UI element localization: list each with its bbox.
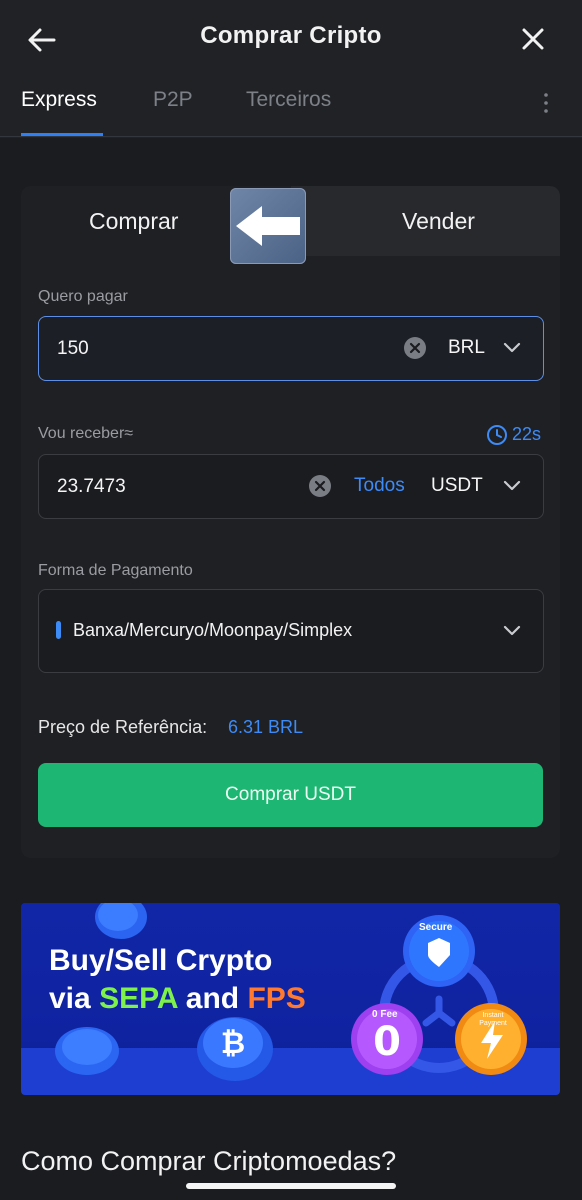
how-to-buy-heading: Como Comprar Criptomoedas? — [21, 1146, 397, 1176]
clock-icon — [487, 425, 507, 445]
close-icon[interactable] — [520, 26, 546, 52]
page-title: Comprar Cripto — [200, 22, 382, 49]
all-button[interactable]: Todos — [354, 475, 405, 497]
banner-and: and — [185, 982, 240, 1015]
payment-method-label: Forma de Pagamento — [38, 562, 193, 579]
clear-pay-icon[interactable] — [404, 337, 426, 359]
trade-card — [21, 186, 560, 858]
banner-sepa: SEPA — [99, 982, 178, 1015]
banner-headline-line2: via SEPA and FPS — [49, 982, 306, 1016]
banner-headline-line1: Buy/Sell Crypto — [49, 944, 273, 977]
banner-via: via — [49, 982, 91, 1015]
top-header — [0, 0, 582, 138]
tab-p2p[interactable]: P2P — [153, 88, 193, 112]
receive-amount-value[interactable]: 23.7473 — [57, 476, 126, 498]
tab-terceiros[interactable]: Terceiros — [246, 88, 331, 112]
home-indicator — [186, 1183, 396, 1189]
reference-price-value: 6.31 BRL — [228, 717, 304, 737]
fee-badge-label: 0 Fee — [372, 1009, 398, 1020]
payment-method-value[interactable]: Banxa/Mercuryo/Moonpay/Simplex — [73, 620, 352, 641]
fee-zero-text: 0 — [373, 1019, 401, 1065]
sell-toggle-label: Vender — [402, 208, 475, 234]
chevron-down-icon[interactable] — [503, 625, 521, 637]
buy-usdt-button[interactable]: Comprar USDT — [38, 763, 543, 827]
more-vertical-icon[interactable] — [542, 92, 550, 114]
pay-currency[interactable]: BRL — [448, 337, 485, 359]
secure-badge-label: Secure — [419, 922, 453, 933]
quote-timer: 22s — [512, 424, 542, 444]
svg-text:₿: ₿ — [221, 1026, 245, 1061]
receive-currency[interactable]: USDT — [431, 475, 483, 497]
header-divider — [0, 136, 582, 137]
left-arrow-icon — [236, 206, 300, 246]
left-arrow-overlay — [230, 188, 306, 264]
receive-label: Vou receber≈ — [38, 425, 134, 442]
buy-toggle-label: Comprar — [89, 208, 179, 234]
reference-price-label: Preço de Referência: — [38, 717, 208, 737]
pay-amount-value[interactable]: 150 — [57, 338, 89, 360]
chevron-down-icon[interactable] — [503, 342, 521, 354]
chevron-down-icon[interactable] — [503, 480, 521, 492]
payment-method-marker — [56, 621, 61, 639]
banner-fps: FPS — [247, 982, 306, 1015]
clear-receive-icon[interactable] — [309, 475, 331, 497]
instant-badge-label: Instant Payment — [479, 1012, 507, 1027]
pay-label: Quero pagar — [38, 288, 128, 305]
tab-express[interactable]: Express — [21, 88, 97, 112]
